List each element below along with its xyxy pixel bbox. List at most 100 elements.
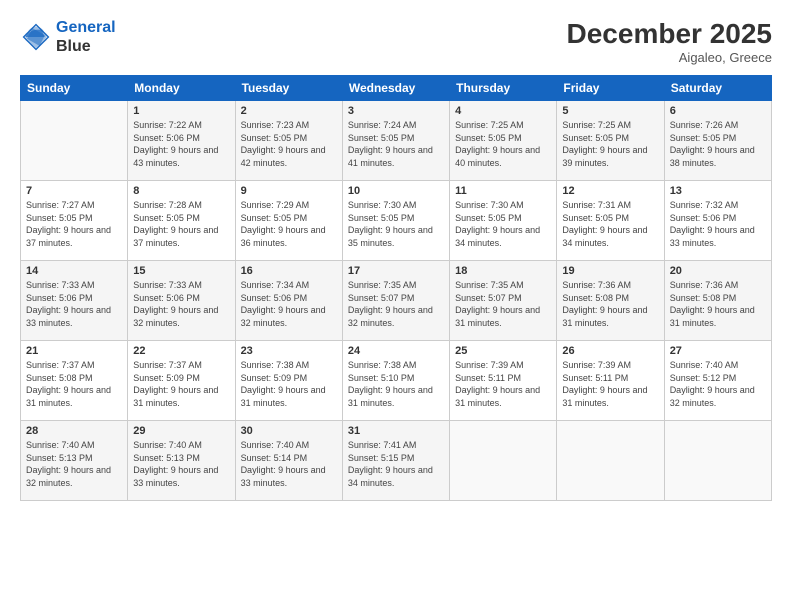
day-info: Sunrise: 7:23 AMSunset: 5:05 PMDaylight:… xyxy=(241,119,337,169)
day-info: Sunrise: 7:32 AMSunset: 5:06 PMDaylight:… xyxy=(670,199,766,249)
day-number: 22 xyxy=(133,345,229,357)
day-info: Sunrise: 7:40 AMSunset: 5:14 PMDaylight:… xyxy=(241,439,337,489)
calendar-cell: 17 Sunrise: 7:35 AMSunset: 5:07 PMDayligh… xyxy=(342,261,449,341)
calendar-cell: 31Sunrise: 7:41 AMSunset: 5:15 PMDayligh… xyxy=(342,421,449,501)
weekday-header: Tuesday xyxy=(235,76,342,101)
day-number: 24 xyxy=(348,345,444,357)
day-info: Sunrise: 7:25 AMSunset: 5:05 PMDaylight:… xyxy=(455,119,551,169)
calendar-cell xyxy=(664,421,771,501)
day-number: 17 xyxy=(348,265,444,277)
day-info: Sunrise: 7:30 AMSunset: 5:05 PMDaylight:… xyxy=(348,199,444,249)
calendar-cell: 27 Sunrise: 7:40 AMSunset: 5:12 PMDayligh… xyxy=(664,341,771,421)
calendar-cell: 10 Sunrise: 7:30 AMSunset: 5:05 PMDayligh… xyxy=(342,181,449,261)
day-info: Sunrise: 7:40 AMSunset: 5:12 PMDaylight:… xyxy=(670,359,766,409)
day-info: Sunrise: 7:31 AMSunset: 5:05 PMDaylight:… xyxy=(562,199,658,249)
day-info: Sunrise: 7:28 AMSunset: 5:05 PMDaylight:… xyxy=(133,199,229,249)
calendar-cell: 26 Sunrise: 7:39 AMSunset: 5:11 PMDayligh… xyxy=(557,341,664,421)
day-info: Sunrise: 7:33 AMSunset: 5:06 PMDaylight:… xyxy=(26,279,122,329)
day-info: Sunrise: 7:24 AMSunset: 5:05 PMDaylight:… xyxy=(348,119,444,169)
weekday-header: Wednesday xyxy=(342,76,449,101)
calendar-cell: 11Sunrise: 7:30 AMSunset: 5:05 PMDayligh… xyxy=(450,181,557,261)
day-number: 30 xyxy=(241,425,337,437)
day-info: Sunrise: 7:35 AMSunset: 5:07 PMDaylight:… xyxy=(348,279,444,329)
weekday-header: Friday xyxy=(557,76,664,101)
day-info: Sunrise: 7:39 AMSunset: 5:11 PMDaylight:… xyxy=(455,359,551,409)
calendar-cell: 3 Sunrise: 7:24 AMSunset: 5:05 PMDaylight… xyxy=(342,101,449,181)
calendar-cell: 2 Sunrise: 7:23 AMSunset: 5:05 PMDaylight… xyxy=(235,101,342,181)
day-info: Sunrise: 7:34 AMSunset: 5:06 PMDaylight:… xyxy=(241,279,337,329)
calendar-cell: 24Sunrise: 7:38 AMSunset: 5:10 PMDayligh… xyxy=(342,341,449,421)
day-info: Sunrise: 7:41 AMSunset: 5:15 PMDaylight:… xyxy=(348,439,444,489)
day-number: 26 xyxy=(562,345,658,357)
calendar-cell xyxy=(557,421,664,501)
weekday-header: Thursday xyxy=(450,76,557,101)
weekday-header: Saturday xyxy=(664,76,771,101)
day-info: Sunrise: 7:27 AMSunset: 5:05 PMDaylight:… xyxy=(26,199,122,249)
day-number: 15 xyxy=(133,265,229,277)
calendar-cell: 9 Sunrise: 7:29 AMSunset: 5:05 PMDaylight… xyxy=(235,181,342,261)
day-info: Sunrise: 7:29 AMSunset: 5:05 PMDaylight:… xyxy=(241,199,337,249)
day-info: Sunrise: 7:36 AMSunset: 5:08 PMDaylight:… xyxy=(670,279,766,329)
calendar-cell: 20 Sunrise: 7:36 AMSunset: 5:08 PMDayligh… xyxy=(664,261,771,341)
day-number: 25 xyxy=(455,345,551,357)
month-title: December 2025 xyxy=(567,18,772,50)
day-info: Sunrise: 7:39 AMSunset: 5:11 PMDaylight:… xyxy=(562,359,658,409)
weekday-header: Monday xyxy=(128,76,235,101)
day-number: 2 xyxy=(241,105,337,117)
calendar-cell xyxy=(21,101,128,181)
calendar-week-row: 14Sunrise: 7:33 AMSunset: 5:06 PMDayligh… xyxy=(21,261,772,341)
calendar-cell: 21 Sunrise: 7:37 AMSunset: 5:08 PMDayligh… xyxy=(21,341,128,421)
day-number: 28 xyxy=(26,425,122,437)
calendar-cell: 28 Sunrise: 7:40 AMSunset: 5:13 PMDayligh… xyxy=(21,421,128,501)
day-number: 3 xyxy=(348,105,444,117)
day-number: 7 xyxy=(26,185,122,197)
day-info: Sunrise: 7:40 AMSunset: 5:13 PMDaylight:… xyxy=(26,439,122,489)
day-number: 27 xyxy=(670,345,766,357)
day-number: 21 xyxy=(26,345,122,357)
day-number: 6 xyxy=(670,105,766,117)
day-info: Sunrise: 7:37 AMSunset: 5:08 PMDaylight:… xyxy=(26,359,122,409)
day-number: 23 xyxy=(241,345,337,357)
day-info: Sunrise: 7:22 AMSunset: 5:06 PMDaylight:… xyxy=(133,119,229,169)
header: General Blue December 2025 Aigaleo, Gree… xyxy=(20,18,772,65)
location: Aigaleo, Greece xyxy=(567,50,772,65)
day-number: 4 xyxy=(455,105,551,117)
calendar-cell: 23Sunrise: 7:38 AMSunset: 5:09 PMDayligh… xyxy=(235,341,342,421)
day-info: Sunrise: 7:37 AMSunset: 5:09 PMDaylight:… xyxy=(133,359,229,409)
calendar-week-row: 21 Sunrise: 7:37 AMSunset: 5:08 PMDayligh… xyxy=(21,341,772,421)
calendar-cell: 19 Sunrise: 7:36 AMSunset: 5:08 PMDayligh… xyxy=(557,261,664,341)
day-number: 8 xyxy=(133,185,229,197)
logo-icon xyxy=(20,21,52,53)
calendar-cell: 16 Sunrise: 7:34 AMSunset: 5:06 PMDayligh… xyxy=(235,261,342,341)
day-number: 20 xyxy=(670,265,766,277)
day-number: 29 xyxy=(133,425,229,437)
calendar-week-row: 7 Sunrise: 7:27 AMSunset: 5:05 PMDaylight… xyxy=(21,181,772,261)
calendar-cell xyxy=(450,421,557,501)
calendar-cell: 13Sunrise: 7:32 AMSunset: 5:06 PMDayligh… xyxy=(664,181,771,261)
day-number: 19 xyxy=(562,265,658,277)
day-number: 16 xyxy=(241,265,337,277)
title-block: December 2025 Aigaleo, Greece xyxy=(567,18,772,65)
calendar-cell: 30 Sunrise: 7:40 AMSunset: 5:14 PMDayligh… xyxy=(235,421,342,501)
logo: General Blue xyxy=(20,18,116,56)
day-info: Sunrise: 7:33 AMSunset: 5:06 PMDaylight:… xyxy=(133,279,229,329)
calendar-table: SundayMondayTuesdayWednesdayThursdayFrid… xyxy=(20,75,772,501)
day-info: Sunrise: 7:26 AMSunset: 5:05 PMDaylight:… xyxy=(670,119,766,169)
day-number: 11 xyxy=(455,185,551,197)
day-number: 5 xyxy=(562,105,658,117)
calendar-page: General Blue December 2025 Aigaleo, Gree… xyxy=(0,0,792,612)
day-number: 9 xyxy=(241,185,337,197)
calendar-cell: 29Sunrise: 7:40 AMSunset: 5:13 PMDayligh… xyxy=(128,421,235,501)
calendar-cell: 14Sunrise: 7:33 AMSunset: 5:06 PMDayligh… xyxy=(21,261,128,341)
calendar-cell: 22 Sunrise: 7:37 AMSunset: 5:09 PMDayligh… xyxy=(128,341,235,421)
calendar-cell: 5 Sunrise: 7:25 AMSunset: 5:05 PMDaylight… xyxy=(557,101,664,181)
calendar-cell: 1 Sunrise: 7:22 AMSunset: 5:06 PMDaylight… xyxy=(128,101,235,181)
day-info: Sunrise: 7:36 AMSunset: 5:08 PMDaylight:… xyxy=(562,279,658,329)
calendar-week-row: 28 Sunrise: 7:40 AMSunset: 5:13 PMDayligh… xyxy=(21,421,772,501)
day-info: Sunrise: 7:25 AMSunset: 5:05 PMDaylight:… xyxy=(562,119,658,169)
calendar-cell: 7 Sunrise: 7:27 AMSunset: 5:05 PMDaylight… xyxy=(21,181,128,261)
day-number: 18 xyxy=(455,265,551,277)
calendar-cell: 25 Sunrise: 7:39 AMSunset: 5:11 PMDayligh… xyxy=(450,341,557,421)
day-number: 1 xyxy=(133,105,229,117)
day-number: 10 xyxy=(348,185,444,197)
